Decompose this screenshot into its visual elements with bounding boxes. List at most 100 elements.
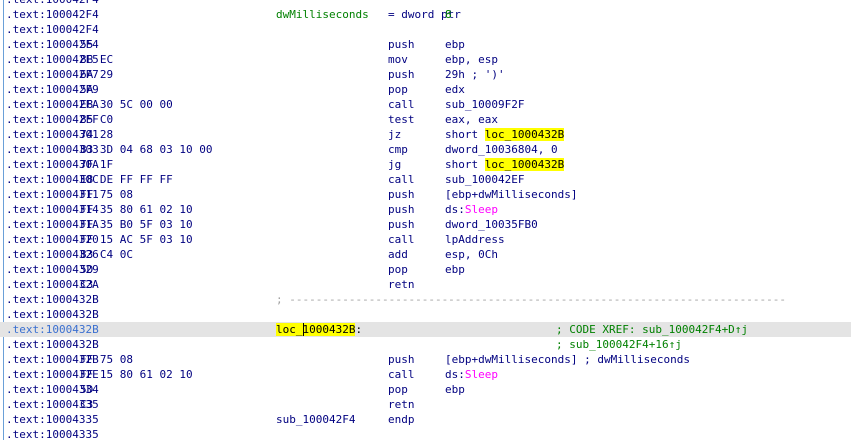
- listing-row[interactable]: .text:10004329 5D pop ebp: [0, 262, 851, 277]
- listing-row[interactable]: .text:100042FF 85 C0 test eax, eax: [0, 112, 851, 127]
- mnemonic[interactable]: call: [388, 97, 415, 112]
- address[interactable]: .text:1000432B: [6, 307, 99, 322]
- listing-row[interactable]: .text:100042F9 5A pop edx: [0, 82, 851, 97]
- separator-line[interactable]: ; --------------------------------------…: [276, 292, 786, 307]
- listing-row[interactable]: .text:1000430C E8 DE FF FF FF call sub_1000…: [0, 172, 851, 187]
- mnemonic[interactable]: push: [388, 217, 415, 232]
- listing-row[interactable]: .text:10004303 83 3D 04 68 03 10 00 cmp dwo…: [0, 142, 851, 157]
- mnemonic[interactable]: push: [388, 187, 415, 202]
- opcode-bytes[interactable]: FF 15 80 61 02 10: [80, 367, 193, 382]
- listing-row[interactable]: .text:10004334 5D pop ebp: [0, 382, 851, 397]
- operands[interactable]: [ebp+dwMilliseconds]: [445, 187, 577, 202]
- operands[interactable]: ds:Sleep: [445, 367, 498, 382]
- mnemonic[interactable]: pop: [388, 82, 408, 97]
- operands[interactable]: eax, eax: [445, 112, 498, 127]
- operands[interactable]: lpAddress: [445, 232, 505, 247]
- listing-row[interactable]: .text:100042F4: [0, 0, 851, 7]
- mnemonic[interactable]: add: [388, 247, 408, 262]
- label-name-highlighted[interactable]: loc_1000432B: [276, 323, 356, 336]
- mnemonic[interactable]: push: [388, 352, 415, 367]
- mnemonic[interactable]: pop: [388, 382, 408, 397]
- operands[interactable]: short loc_1000432B: [445, 157, 565, 172]
- operands[interactable]: ds:Sleep: [445, 202, 498, 217]
- listing-row[interactable]: .text:1000431A FF 35 B0 5F 03 10 push dword…: [0, 217, 851, 232]
- listing-row[interactable]: .text:10004301 74 28 jz short loc_1000432B: [0, 127, 851, 142]
- listing-row[interactable]: .text:1000432E FF 15 80 61 02 10 call ds:Sl…: [0, 367, 851, 382]
- opcode-bytes[interactable]: FF 35 B0 5F 03 10: [80, 217, 193, 232]
- mnemonic[interactable]: endp: [388, 412, 415, 427]
- mnemonic[interactable]: push: [388, 37, 415, 52]
- disassembly-view[interactable]: .text:100042F4.text:100042F4dwMillisecon…: [0, 0, 851, 441]
- opcode-bytes[interactable]: FF 75 08: [80, 187, 133, 202]
- listing-row[interactable]: .text:1000432A C3 retn: [0, 277, 851, 292]
- address[interactable]: .text:100042F4: [6, 7, 99, 22]
- operands[interactable]: sub_100042EF: [445, 172, 524, 187]
- opcode-bytes[interactable]: 8B EC: [80, 52, 113, 67]
- branch-target-highlighted[interactable]: loc_1000432B: [484, 128, 565, 141]
- opcode-bytes[interactable]: 83 C4 0C: [80, 247, 133, 262]
- opcode-bytes[interactable]: FF 75 08: [80, 352, 133, 367]
- opcode-bytes[interactable]: FF 35 80 61 02 10: [80, 202, 193, 217]
- listing-row[interactable]: .text:1000432B FF 75 08 push [ebp+dwMillise…: [0, 352, 851, 367]
- opcode-bytes[interactable]: 85 C0: [80, 112, 113, 127]
- mnemonic[interactable]: push: [388, 202, 415, 217]
- mnemonic[interactable]: retn: [388, 277, 415, 292]
- operands[interactable]: ebp: [445, 382, 465, 397]
- listing-row[interactable]: .text:100042F4: [0, 22, 851, 37]
- listing-row[interactable]: .text:100042F7 6A 29 push 29h ; ')': [0, 67, 851, 82]
- operands[interactable]: sub_10009F2F: [445, 97, 524, 112]
- address[interactable]: .text:10004335: [6, 412, 99, 427]
- opcode-bytes[interactable]: C3: [80, 397, 93, 412]
- operands[interactable]: ebp: [445, 262, 465, 277]
- operands[interactable]: 8: [445, 7, 452, 22]
- operands[interactable]: 29h ; ')': [445, 67, 505, 82]
- opcode-bytes[interactable]: 5A: [80, 82, 93, 97]
- opcode-bytes[interactable]: FF 15 AC 5F 03 10: [80, 232, 193, 247]
- mnemonic[interactable]: cmp: [388, 142, 408, 157]
- listing-row[interactable]: .text:10004335 C3 retn: [0, 397, 851, 412]
- mnemonic[interactable]: retn: [388, 397, 415, 412]
- label[interactable]: loc_1000432B:: [276, 322, 362, 337]
- address[interactable]: .text:1000432B: [6, 337, 99, 352]
- variable-name[interactable]: dwMilliseconds: [276, 7, 369, 22]
- opcode-bytes[interactable]: 5D: [80, 382, 93, 397]
- mnemonic[interactable]: mov: [388, 52, 408, 67]
- listing-row[interactable]: .text:10004320 FF 15 AC 5F 03 10 call lpAdd…: [0, 232, 851, 247]
- opcode-bytes[interactable]: 6A 29: [80, 67, 113, 82]
- function-name[interactable]: sub_100042F4: [276, 412, 355, 427]
- mnemonic[interactable]: call: [388, 172, 415, 187]
- address[interactable]: .text:1000432B: [6, 292, 99, 307]
- listing-row[interactable]: .text:10004326 83 C4 0C add esp, 0Ch: [0, 247, 851, 262]
- listing-row-current[interactable]: .text:1000432B loc_1000432B: ; CODE XREF: …: [0, 322, 851, 337]
- xref-comment[interactable]: ; sub_100042F4+16↑j: [556, 337, 682, 352]
- xref-comment[interactable]: ; CODE XREF: sub_100042F4+D↑j: [556, 322, 748, 337]
- mnemonic[interactable]: pop: [388, 262, 408, 277]
- operands[interactable]: esp, 0Ch: [445, 247, 498, 262]
- listing-row[interactable]: .text:10004335 sub_100042F4 endp: [0, 412, 851, 427]
- opcode-bytes[interactable]: E8 30 5C 00 00: [80, 97, 173, 112]
- listing-row[interactable]: .text:1000430A 7F 1F jg short loc_1000432B: [0, 157, 851, 172]
- opcode-bytes[interactable]: E8 DE FF FF FF: [80, 172, 173, 187]
- operands[interactable]: dword_10036804, 0: [445, 142, 558, 157]
- mnemonic[interactable]: test: [388, 112, 415, 127]
- opcode-bytes[interactable]: 5D: [80, 262, 93, 277]
- address[interactable]: .text:1000432B: [6, 322, 99, 337]
- import-name[interactable]: Sleep: [465, 203, 498, 216]
- opcode-bytes[interactable]: C3: [80, 277, 93, 292]
- listing-row[interactable]: .text:100042F4 dwMilliseconds = dword ptr 8: [0, 7, 851, 22]
- mnemonic[interactable]: call: [388, 367, 415, 382]
- address[interactable]: .text:100042F4: [6, 22, 99, 37]
- opcode-bytes[interactable]: 7F 1F: [80, 157, 113, 172]
- operands[interactable]: dword_10035FB0: [445, 217, 538, 232]
- listing-row[interactable]: .text:10004314 FF 35 80 61 02 10 push ds:Sl…: [0, 202, 851, 217]
- listing-row[interactable]: .text:100042FA E8 30 5C 00 00 call sub_1000…: [0, 97, 851, 112]
- mnemonic[interactable]: jg: [388, 157, 401, 172]
- operands[interactable]: [ebp+dwMilliseconds] ; dwMilliseconds: [445, 352, 690, 367]
- operands[interactable]: ebp: [445, 37, 465, 52]
- opcode-bytes[interactable]: 74 28: [80, 127, 113, 142]
- operands[interactable]: ebp, esp: [445, 52, 498, 67]
- address[interactable]: .text:100042F4: [6, 0, 99, 7]
- listing-row[interactable]: .text:100042F4 55 push ebp: [0, 37, 851, 52]
- mnemonic[interactable]: call: [388, 232, 415, 247]
- listing-row[interactable]: .text:1000432B ; sub_100042F4+16↑j: [0, 337, 851, 352]
